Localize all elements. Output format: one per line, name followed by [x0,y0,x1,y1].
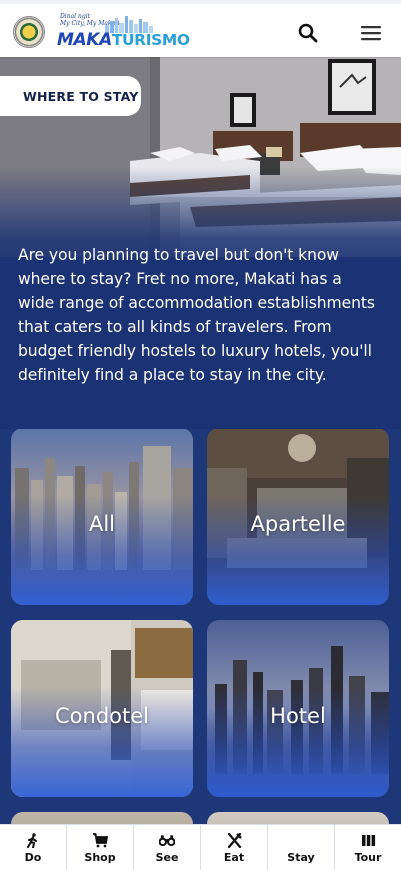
where-to-stay-tab[interactable]: WHERE TO STAY [0,76,141,116]
menu-button[interactable] [360,24,382,42]
nav-tour[interactable]: Tour [335,825,401,870]
nav-label: Eat [223,851,245,864]
category-label: Apartelle [250,512,346,536]
hamburger-menu-icon [361,26,381,41]
nav-shop[interactable]: Shop [67,825,134,870]
nav-see[interactable]: See [134,825,201,870]
nav-label: Tour [354,851,382,864]
category-label: Hotel [270,704,326,728]
makaturismo-logo[interactable]: Dinal ngit My City, My Makati MAKATURISM… [57,13,190,51]
nav-stay[interactable]: Stay [268,825,335,870]
category-grid: All Apartelle Condotel Hotel [0,429,401,824]
map-icon [360,832,376,848]
search-button[interactable] [297,22,319,44]
top-header: Dinal ngit My City, My Makati MAKATURISM… [0,0,401,57]
walking-person-icon [25,832,41,848]
category-card-hotel[interactable]: Hotel [207,620,389,797]
nav-do[interactable]: Do [0,825,67,870]
brand-wordmark: MAKATURISMO [57,30,190,50]
category-card-peek[interactable] [11,812,193,824]
makati-seal-icon[interactable] [13,16,45,48]
bottom-navigation: Do Shop See Eat Stay Tour [0,824,401,870]
category-label: Condotel [55,704,149,728]
intro-text: Are you planning to travel but don't kno… [18,246,375,384]
shopping-cart-icon [92,832,108,848]
search-icon [298,23,318,43]
nav-eat[interactable]: Eat [201,825,268,870]
bed-icon [293,832,309,848]
category-label: All [88,512,116,536]
nav-label: See [155,851,179,864]
nav-label: Shop [84,851,116,864]
category-card-peek[interactable] [207,812,389,824]
category-card-all[interactable]: All [11,429,193,605]
nav-label: Stay [287,851,315,864]
nav-label: Do [24,851,42,864]
hero-section: WHERE TO STAY Are you planning to travel… [0,57,401,429]
category-card-condotel[interactable]: Condotel [11,620,193,797]
fork-knife-icon [226,832,242,848]
category-card-apartelle[interactable]: Apartelle [207,429,389,605]
binoculars-icon [159,832,175,848]
